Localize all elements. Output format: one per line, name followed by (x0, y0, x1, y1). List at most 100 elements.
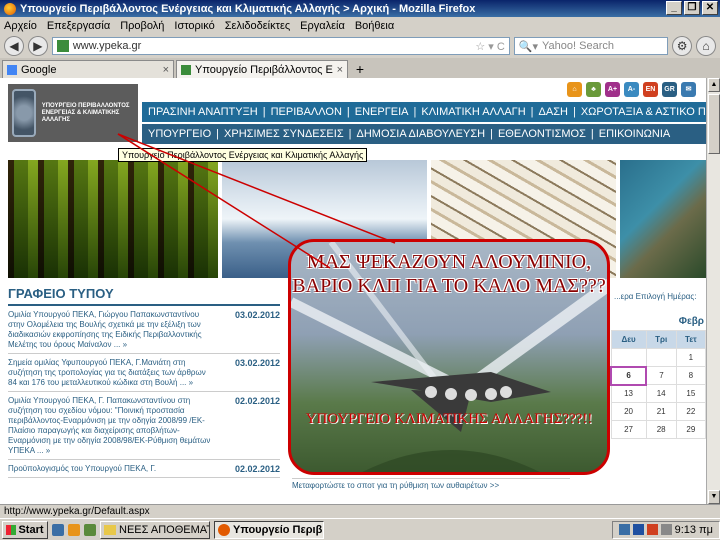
network-icon[interactable] (618, 524, 630, 535)
calendar-day[interactable]: 21 (645, 402, 677, 421)
nav-climate-change[interactable]: ΚΛΙΜΑΤΙΚΗ ΑΛΛΑΓΗ (421, 106, 525, 118)
start-label: Start (18, 523, 44, 536)
close-tab-icon[interactable]: × (337, 64, 343, 76)
scrollbar-thumb[interactable] (708, 94, 720, 154)
tab-google[interactable]: Google × (2, 60, 174, 78)
scroll-up-arrow-icon[interactable]: ▲ (708, 78, 720, 92)
close-tab-icon[interactable]: × (163, 64, 169, 76)
volume-icon[interactable] (660, 524, 672, 535)
press-item[interactable]: Ομιλία Υπουργού ΠΕΚΑ, Γιώργου Παπακωνστα… (8, 306, 280, 354)
menu-help[interactable]: Βοήθεια (355, 20, 394, 32)
nav-spatial-planning[interactable]: ΧΩΡΟΤΑΞΙΑ & ΑΣΤΙΚΟ ΠΕΡΙΒΑΛ (581, 106, 706, 118)
task-label: Υπουργείο Περιβ... (233, 523, 324, 536)
press-item-text[interactable]: Ομιλία Υπουργού ΠΕΚΑ, Γ. Παπακωνσταντίνο… (8, 396, 213, 456)
url-text[interactable]: www.ypeka.gr (73, 40, 472, 52)
calendar-month: Φεβρ (678, 316, 704, 327)
home-icon[interactable]: ⌂ (567, 82, 582, 97)
nav-contact[interactable]: ΕΠΙΚΟΙΝΩΝΙΑ (599, 128, 670, 140)
calendar-day[interactable]: 14 (645, 384, 677, 403)
calendar-day[interactable]: 1 (675, 348, 706, 367)
press-item-date: 02.02.2012 (234, 464, 280, 474)
nav-useful-links[interactable]: ΧΡΗΣΙΜΕΣ ΣΥΝΔΕΣΕΙΣ (224, 128, 344, 140)
site-logo[interactable]: ΥΠΟΥΡΓΕΙΟ ΠΕΡΙΒΑΛΛΟΝΤΟΣ ΕΝΕΡΓΕΙΑΣ & ΚΛΙΜ… (8, 84, 138, 142)
nav-energy[interactable]: ΕΝΕΡΓΕΙΑ (355, 106, 409, 118)
email-icon[interactable]: ✉ (681, 82, 696, 97)
antivirus-icon[interactable] (646, 524, 658, 535)
meme-headline: ΜΑΣ ΨΕΚΑΖΟΥΝ ΑΛΟΥΜΙΝΙΟ, ΒΑΡΙΟ ΚΛΠ ΓΙΑ ΤΟ… (292, 251, 606, 297)
calendar-day[interactable]: 8 (675, 366, 706, 385)
taskbar-firefox[interactable]: Υπουργείο Περιβ... (214, 520, 324, 539)
tab-ypeka[interactable]: Υπουργείο Περιβάλλοντος Ενέρ... × (176, 60, 348, 78)
maximize-button[interactable]: ❐ (684, 1, 700, 15)
search-engine-icon[interactable]: 🔍▾ (519, 40, 538, 53)
start-button[interactable]: Start (2, 520, 48, 539)
logo-text: ΥΠΟΥΡΓΕΙΟ ΠΕΡΙΒΑΛΛΟΝΤΟΣ ΕΝΕΡΓΕΙΑΣ & ΚΛΙΜ… (41, 102, 130, 123)
greek-icon[interactable]: GR (662, 82, 677, 97)
calendar-day[interactable] (610, 348, 647, 367)
calendar-day[interactable]: 7 (645, 366, 677, 385)
nav-forests[interactable]: ΔΑΣΗ (539, 106, 568, 118)
firefox-quicklaunch-icon[interactable] (68, 523, 80, 536)
windows-logo-icon (6, 524, 17, 535)
calendar-options[interactable]: ...ερα Επιλογή Ημέρας: (614, 292, 696, 301)
home-icon[interactable]: ⌂ (696, 36, 716, 56)
media-quicklaunch-icon[interactable] (84, 523, 96, 536)
press-item-text[interactable]: Σημεία ομιλίας Υφυπουργού ΠΕΚΑ, Γ.Μανιάτ… (8, 358, 213, 388)
nav-volunteering[interactable]: ΕΘΕΛΟΝΤΙΣΜΟΣ (498, 128, 586, 140)
download-spot-link[interactable]: Μεταφορτώστε το σποτ για τη ρύθμιση των … (292, 478, 570, 490)
calendar-day[interactable] (645, 348, 677, 367)
site-favicon-icon (56, 40, 69, 52)
ypeka-favicon-icon (181, 64, 191, 75)
press-item[interactable]: Προϋπολογισμός του Υπουργού ΠΕΚΑ, Γ. 02.… (8, 460, 280, 478)
search-box[interactable]: 🔍▾ Yahoo! Search (513, 37, 669, 55)
bookmark-star-icon[interactable]: ☆ ▾ C (475, 40, 504, 53)
folder-icon (104, 524, 116, 535)
menu-tools[interactable]: Εργαλεία (300, 20, 345, 32)
calendar-day[interactable]: 27 (610, 420, 647, 439)
calendar-day-today[interactable]: 6 (609, 365, 648, 386)
menu-bookmarks[interactable]: Σελιδοδείκτες (225, 20, 290, 32)
calendar-day[interactable]: 29 (675, 420, 706, 439)
clock: 9:13 πμ (674, 523, 713, 536)
menu-view[interactable]: Προβολή (120, 20, 164, 32)
calendar-day[interactable]: 20 (610, 402, 647, 421)
press-item-text[interactable]: Προϋπολογισμός του Υπουργού ΠΕΚΑ, Γ. (8, 464, 213, 474)
press-item[interactable]: Σημεία ομιλίας Υφυπουργού ΠΕΚΑ, Γ.Μανιάτ… (8, 354, 280, 392)
taskbar-folder[interactable]: ΝΕΕΣ ΑΠΟΘΕΜΑΤΩ... (100, 520, 210, 539)
nav-public-consultation[interactable]: ΔΗΜΟΣΙΑ ΔΙΑΒΟΥΛΕΥΣΗ (356, 128, 485, 140)
utility-icons: ⌂ ♣ A+ A- EN GR ✉ (567, 82, 696, 97)
new-tab-button[interactable]: + (350, 60, 370, 78)
nav-green-growth[interactable]: ΠΡΑΣΙΝΗ ΑΝΑΠΤΥΞΗ (148, 106, 258, 118)
calendar-grid: Δευ Τρι Τετ 1 6 7 8 13 14 15 20 21 22 27… (609, 330, 706, 439)
ministry-emblem-icon (12, 89, 36, 137)
menu-history[interactable]: Ιστορικό (174, 20, 214, 32)
nav-environment[interactable]: ΠΕΡΙΒΑΛΛΟΝ (271, 106, 342, 118)
calendar-day[interactable]: 15 (675, 384, 706, 403)
menu-file[interactable]: Αρχείο (4, 20, 37, 32)
font-decrease-icon[interactable]: A- (624, 82, 639, 97)
show-desktop-icon[interactable] (52, 523, 64, 536)
english-icon[interactable]: EN (643, 82, 658, 97)
press-item[interactable]: Ομιλία Υπουργού ΠΕΚΑ, Γ. Παπακωνσταντίνο… (8, 392, 280, 460)
logo-tooltip: Υπουργείο Περιβάλλοντος Ενέργειας και Κλ… (118, 148, 368, 162)
calendar-day[interactable]: 13 (610, 384, 647, 403)
tab-label: Υπουργείο Περιβάλλοντος Ενέρ... (195, 63, 333, 76)
sitemap-icon[interactable]: ♣ (586, 82, 601, 97)
back-button[interactable]: ◀ (4, 36, 24, 56)
font-increase-icon[interactable]: A+ (605, 82, 620, 97)
calendar-day[interactable]: 22 (675, 402, 706, 421)
window-title: Υπουργείο Περιβάλλοντος Ενέργειας και Κλ… (20, 2, 476, 15)
minimize-button[interactable]: _ (666, 1, 682, 15)
vertical-scrollbar[interactable]: ▲ ▼ (706, 78, 720, 504)
close-button[interactable]: ✕ (702, 1, 718, 15)
language-icon[interactable] (632, 524, 644, 535)
press-item-text[interactable]: Ομιλία Υπουργού ΠΕΚΑ, Γιώργου Παπακωνστα… (8, 310, 213, 350)
weekday-header: Δευ (610, 330, 647, 349)
url-bar[interactable]: www.ypeka.gr ☆ ▾ C (51, 37, 510, 55)
nav-ministry[interactable]: ΥΠΟΥΡΓΕΙΟ (148, 128, 211, 140)
calendar-day[interactable]: 28 (645, 420, 677, 439)
forward-button[interactable]: ▶ (27, 36, 48, 56)
menu-edit[interactable]: Επεξεργασία (47, 20, 110, 32)
addon-icon[interactable]: ⚙ (672, 36, 693, 56)
scroll-down-arrow-icon[interactable]: ▼ (708, 490, 720, 504)
